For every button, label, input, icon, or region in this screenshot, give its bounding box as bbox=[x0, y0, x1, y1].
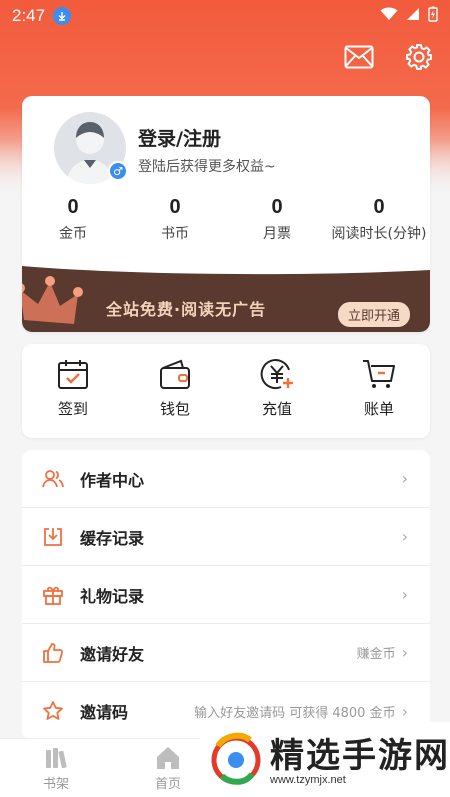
gift-icon bbox=[42, 584, 64, 606]
vip-activate-button[interactable]: 立即开通 bbox=[337, 302, 410, 327]
yuan-plus-icon bbox=[260, 359, 293, 390]
login-register-link[interactable]: 登录/注册 bbox=[138, 124, 221, 151]
cart-icon bbox=[363, 360, 395, 388]
stat-value: 0 bbox=[373, 196, 385, 218]
stats-row: 0 金币 0 书币 0 月票 0 阅读时长(分钟) bbox=[22, 196, 430, 243]
menu-item-cache-records[interactable]: 缓存记录 › bbox=[22, 508, 430, 566]
crown-icon bbox=[22, 276, 83, 324]
nav-label: 书架 bbox=[42, 776, 69, 792]
menu-label: 作者中心 bbox=[80, 470, 145, 490]
status-bar: 2:47 bbox=[0, 0, 450, 32]
watermark-url: www.tzymjx.net bbox=[270, 774, 346, 786]
profile-card: ♂ 登录/注册 登陆后获得更多权益~ 0 金币 0 书币 0 月票 0 阅读时长… bbox=[22, 96, 430, 332]
menu-item-author-center[interactable]: 作者中心 › bbox=[22, 450, 430, 508]
stat-label: 金币 bbox=[59, 226, 87, 242]
quick-actions-card: 签到 钱包 充值 账单 bbox=[22, 344, 430, 438]
wallet-button[interactable]: 钱包 bbox=[124, 344, 226, 438]
stat-monthly-tickets[interactable]: 0 月票 bbox=[226, 196, 328, 243]
message-icon[interactable] bbox=[342, 40, 376, 74]
menu-list: 作者中心 › 缓存记录 › 礼物记录 › 邀请好友 赚金币 › 邀请码 输入好友… bbox=[22, 450, 430, 740]
stat-value: 0 bbox=[271, 196, 283, 218]
wifi-icon bbox=[380, 6, 398, 26]
stat-label: 书币 bbox=[161, 226, 189, 242]
home-icon bbox=[157, 746, 179, 769]
stat-label: 月票 bbox=[263, 226, 291, 242]
stat-reading-time[interactable]: 0 阅读时长(分钟) bbox=[328, 196, 430, 243]
signal-icon bbox=[406, 6, 420, 26]
nav-label: 首页 bbox=[154, 776, 181, 792]
settings-gear-icon[interactable] bbox=[402, 40, 436, 74]
chevron-right-icon: › bbox=[401, 643, 408, 662]
vip-banner[interactable]: 全站免费·阅读无广告 立即开通 bbox=[22, 262, 430, 332]
menu-hint: 输入好友邀请码 可获得 4800 金币 bbox=[194, 705, 396, 721]
header-actions bbox=[342, 40, 436, 74]
vip-promo-text: 全站免费·阅读无广告 bbox=[106, 300, 267, 319]
stat-label: 阅读时长(分钟) bbox=[331, 226, 427, 242]
quick-label: 签到 bbox=[57, 400, 88, 418]
stat-gold-coins[interactable]: 0 金币 bbox=[22, 196, 124, 243]
bill-button[interactable]: 账单 bbox=[328, 344, 430, 438]
battery-icon bbox=[428, 6, 438, 27]
recharge-button[interactable]: 充值 bbox=[226, 344, 328, 438]
nav-bookshelf[interactable]: 书架 bbox=[0, 739, 112, 797]
chevron-right-icon: › bbox=[401, 469, 408, 488]
bookshelf-icon bbox=[46, 747, 67, 768]
menu-item-gift-records[interactable]: 礼物记录 › bbox=[22, 566, 430, 624]
menu-label: 礼物记录 bbox=[80, 586, 145, 606]
wallet-icon bbox=[160, 359, 190, 389]
chevron-right-icon: › bbox=[401, 701, 408, 721]
download-icon bbox=[42, 526, 64, 548]
watermark-text: 精选手游网 bbox=[270, 736, 450, 776]
sign-in-button[interactable]: 签到 bbox=[22, 344, 124, 438]
watermark-logo-icon bbox=[211, 732, 261, 785]
chevron-right-icon: › bbox=[401, 527, 408, 546]
chevron-right-icon: › bbox=[401, 585, 408, 604]
menu-label: 邀请好友 bbox=[80, 644, 145, 664]
menu-item-invite-friends[interactable]: 邀请好友 赚金币 › bbox=[22, 624, 430, 682]
thumbs-up-icon bbox=[42, 642, 64, 664]
watermark-overlay: 精选手游网 www.tzymjx.net bbox=[200, 722, 450, 797]
quick-label: 充值 bbox=[261, 400, 292, 418]
download-notification-icon bbox=[53, 7, 72, 25]
stat-book-coins[interactable]: 0 书币 bbox=[124, 196, 226, 243]
male-gender-icon: ♂ bbox=[108, 161, 128, 181]
quick-label: 钱包 bbox=[159, 400, 190, 418]
stat-value: 0 bbox=[67, 196, 79, 218]
quick-label: 账单 bbox=[363, 400, 394, 418]
status-time: 2:47 bbox=[12, 6, 46, 25]
people-icon bbox=[42, 468, 64, 490]
stat-value: 0 bbox=[169, 196, 181, 218]
menu-hint: 赚金币 bbox=[356, 647, 396, 662]
menu-label: 邀请码 bbox=[80, 703, 129, 722]
login-subtitle: 登陆后获得更多权益~ bbox=[138, 159, 276, 175]
menu-label: 缓存记录 bbox=[80, 528, 145, 548]
star-icon bbox=[42, 700, 64, 722]
calendar-check-icon bbox=[58, 360, 88, 389]
